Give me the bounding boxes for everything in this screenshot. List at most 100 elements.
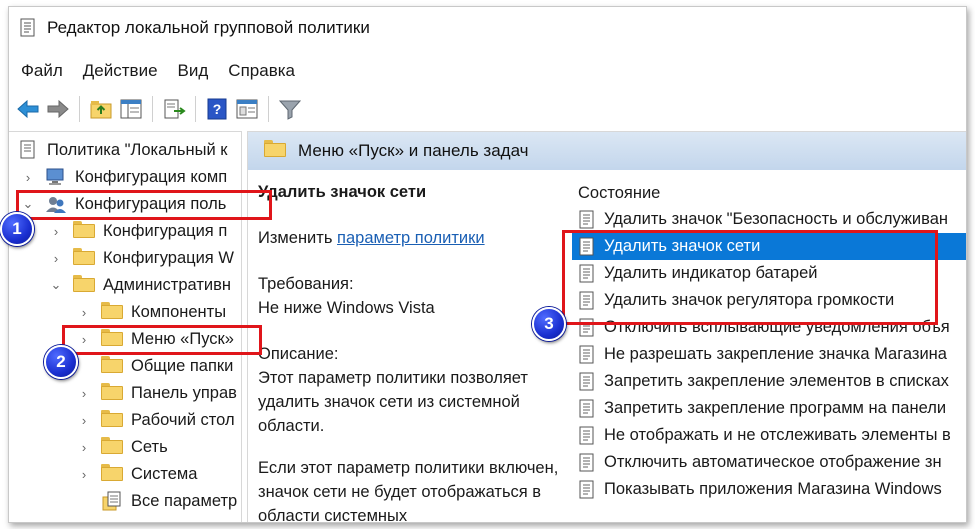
folder-icon xyxy=(101,302,123,322)
step-badge-2: 2 xyxy=(44,345,78,379)
policy-setting-label: Не отображать и не отслеживать элементы … xyxy=(604,426,951,444)
menu-help[interactable]: Справка xyxy=(220,59,303,83)
tree-node-software-settings[interactable]: › Конфигурация п xyxy=(49,218,227,244)
details-pane: Меню «Пуск» и панель задач Удалить значо… xyxy=(247,131,966,523)
edit-policy-line: Изменить параметр политики xyxy=(258,226,563,250)
toolbar: ? xyxy=(9,91,966,127)
policy-setting-icon xyxy=(579,453,594,471)
policy-setting-icon xyxy=(579,210,594,228)
policy-editor-app-icon xyxy=(20,18,35,37)
toolbar-separator xyxy=(152,96,153,122)
highlight-box-start-menu xyxy=(62,325,262,355)
toolbar-separator xyxy=(195,96,196,122)
policy-setting-icon xyxy=(579,372,594,390)
menu-file[interactable]: Файл xyxy=(13,59,71,83)
details-header: Меню «Пуск» и панель задач xyxy=(248,132,966,170)
folder-icon xyxy=(101,437,123,457)
tree-node-shared-folders[interactable]: Общие папки xyxy=(77,353,233,379)
requirements-label: Требования: xyxy=(258,275,354,293)
tree-node-label: Панель управ xyxy=(131,383,237,402)
policy-setting-label: Показывать приложения Магазина Windows xyxy=(604,480,942,498)
chevron-down-icon[interactable]: ⌄ xyxy=(49,277,63,293)
menu-action[interactable]: Действие xyxy=(75,59,166,83)
settings-list: Состояние Удалить значок "Безопасность и… xyxy=(572,180,966,503)
requirements-value: Не ниже Windows Vista xyxy=(258,299,435,317)
tree-node-desktop[interactable]: › Рабочий стол xyxy=(77,407,235,433)
policy-setting-label: Запретить закрепление программ на панели xyxy=(604,399,947,417)
chevron-right-icon[interactable]: › xyxy=(77,305,91,320)
description-text: Этот параметр политики позволяет удалить… xyxy=(258,369,528,435)
toolbar-separator xyxy=(79,96,80,122)
edit-policy-link[interactable]: параметр политики xyxy=(337,229,485,247)
policy-setting-icon xyxy=(579,399,594,417)
chevron-right-icon[interactable]: › xyxy=(77,413,91,428)
title-bar: Редактор локальной групповой политики xyxy=(9,7,966,49)
policy-setting-label: Отключить автоматическое отображение зн xyxy=(604,453,942,471)
tree-node-local-policy[interactable]: Политика "Локальный к xyxy=(13,137,227,163)
window-title: Редактор локальной групповой политики xyxy=(47,18,370,37)
back-arrow-icon[interactable] xyxy=(13,94,43,124)
tree-node-label: Конфигурация комп xyxy=(75,167,228,186)
policy-setting-row[interactable]: Показывать приложения Магазина Windows xyxy=(572,476,966,503)
tree-node-components[interactable]: › Компоненты xyxy=(77,299,226,325)
tree-node-system[interactable]: › Система xyxy=(77,461,197,487)
tree-node-label: Все параметр xyxy=(131,491,238,510)
highlight-box-policies xyxy=(562,230,938,325)
folder-icon xyxy=(73,248,95,268)
tree-node-label: Конфигурация п xyxy=(103,221,228,240)
policy-setting-icon xyxy=(579,426,594,444)
tree-node-control-panel[interactable]: › Панель управ xyxy=(77,380,237,406)
tree-node-label: Политика "Локальный к xyxy=(47,140,228,159)
folder-icon xyxy=(264,140,286,162)
up-folder-icon[interactable] xyxy=(86,94,116,124)
all-settings-icon xyxy=(102,491,121,511)
chevron-right-icon[interactable]: › xyxy=(77,467,91,482)
properties-view-icon[interactable] xyxy=(232,94,262,124)
description-label: Описание: xyxy=(258,345,339,363)
folder-icon xyxy=(73,221,95,241)
computer-icon xyxy=(46,168,64,185)
policy-setting-row[interactable]: Не отображать и не отслеживать элементы … xyxy=(572,422,966,449)
export-list-icon[interactable] xyxy=(159,94,189,124)
policy-setting-row[interactable]: Запретить закрепление элементов в списка… xyxy=(572,368,966,395)
edit-policy-prefix: Изменить xyxy=(258,229,333,247)
forward-arrow-icon[interactable] xyxy=(43,94,73,124)
folder-icon xyxy=(73,275,95,295)
column-header-state[interactable]: Состояние xyxy=(572,180,966,206)
show-hide-tree-icon[interactable] xyxy=(116,94,146,124)
policy-setting-row[interactable]: Не разрешать закрепление значка Магазина xyxy=(572,341,966,368)
tree-node-all-settings[interactable]: Все параметр xyxy=(77,488,237,514)
tree-node-label: Административн xyxy=(103,275,231,294)
toolbar-separator xyxy=(268,96,269,122)
svg-text:?: ? xyxy=(213,101,222,117)
policy-setting-row[interactable]: Удалить значок "Безопасность и обслужива… xyxy=(572,206,966,233)
highlight-box-user-config xyxy=(16,190,272,220)
tree-node-computer-config[interactable]: › Конфигурация комп xyxy=(21,164,227,190)
policy-setting-row[interactable]: Отключить автоматическое отображение зн xyxy=(572,449,966,476)
folder-icon xyxy=(101,464,123,484)
policy-setting-row[interactable]: Запретить закрепление программ на панели xyxy=(572,395,966,422)
folder-icon xyxy=(101,356,123,376)
menu-bar: Файл Действие Вид Справка xyxy=(9,57,303,85)
tree-node-admin-templates[interactable]: ⌄ Административн xyxy=(49,272,231,298)
chevron-right-icon[interactable]: › xyxy=(21,170,35,185)
policy-description-panel: Удалить значок сети Изменить параметр по… xyxy=(258,180,563,523)
policy-setting-label: Не разрешать закрепление значка Магазина xyxy=(604,345,947,363)
chevron-right-icon[interactable]: › xyxy=(49,251,63,266)
policy-setting-icon xyxy=(579,480,594,498)
chevron-right-icon[interactable]: › xyxy=(49,224,63,239)
tree-node-windows-settings[interactable]: › Конфигурация W xyxy=(49,245,234,271)
chevron-right-icon[interactable]: › xyxy=(77,386,91,401)
help-icon[interactable]: ? xyxy=(202,94,232,124)
chevron-right-icon[interactable]: › xyxy=(77,440,91,455)
tree-node-label: Общие папки xyxy=(131,356,234,375)
step-badge-1: 1 xyxy=(0,212,34,246)
filter-icon[interactable] xyxy=(275,94,305,124)
menu-view[interactable]: Вид xyxy=(170,59,217,83)
description-text-more: Если этот параметр политики включен, зна… xyxy=(258,459,559,523)
policy-document-icon xyxy=(20,140,35,159)
policy-setting-icon xyxy=(579,345,594,363)
tree-node-label: Компоненты xyxy=(131,302,227,321)
folder-icon xyxy=(101,410,123,430)
tree-node-network[interactable]: › Сеть xyxy=(77,434,168,460)
